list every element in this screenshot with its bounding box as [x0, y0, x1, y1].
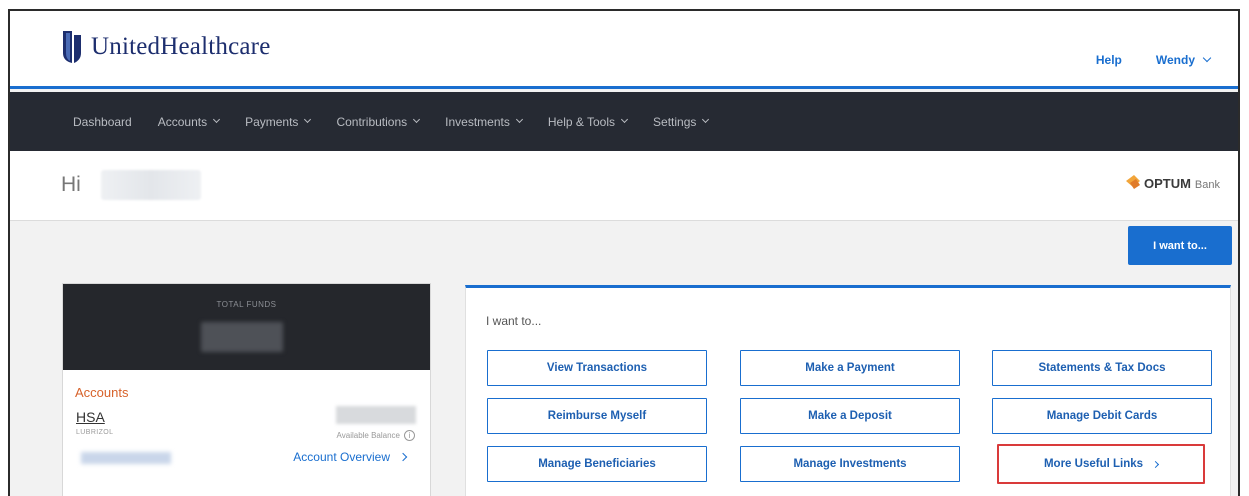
greeting-bar: Hi OPTUM Bank — [10, 151, 1238, 221]
chevron-down-icon — [515, 115, 523, 124]
nav-label: Settings — [653, 114, 697, 129]
chevron-down-icon — [304, 115, 312, 124]
nav-label: Payments — [245, 114, 299, 129]
account-overview-label: Account Overview — [293, 450, 390, 464]
available-balance-label: Available Balance — [336, 431, 400, 440]
nav-settings[interactable]: Settings — [653, 114, 710, 129]
chevron-down-icon — [1202, 53, 1212, 63]
redacted-balance — [336, 406, 416, 424]
accounts-heading: Accounts — [75, 385, 129, 400]
optum-logo-icon — [1125, 175, 1140, 189]
reimburse-myself-button[interactable]: Reimburse Myself — [487, 398, 707, 434]
optum-text: OPTUM — [1143, 176, 1191, 191]
uhc-logo[interactable]: UnitedHealthcare — [61, 29, 271, 65]
make-deposit-button[interactable]: Make a Deposit — [740, 398, 960, 434]
statements-tax-docs-button[interactable]: Statements & Tax Docs — [992, 350, 1212, 386]
nav-label: Contributions — [336, 114, 408, 129]
account-overview-link[interactable]: Account Overview — [293, 450, 408, 464]
quick-actions-title: I want to... — [486, 314, 542, 328]
nav-investments[interactable]: Investments — [445, 114, 523, 129]
nav-help-tools[interactable]: Help & Tools — [547, 114, 629, 129]
more-useful-links-label: More Useful Links — [1043, 458, 1144, 470]
browser-frame: UnitedHealthcare Help Wendy Dashboard Ac… — [8, 9, 1240, 496]
chevron-down-icon — [702, 115, 710, 124]
nav-label: Accounts — [157, 114, 208, 129]
nav-dashboard[interactable]: Dashboard — [73, 115, 132, 129]
manage-debit-cards-button[interactable]: Manage Debit Cards — [992, 398, 1212, 434]
greeting-text: Hi — [61, 173, 81, 196]
hsa-account-link[interactable]: HSA — [76, 409, 105, 425]
chevron-down-icon — [620, 115, 629, 124]
nav-label: Dashboard — [73, 114, 132, 129]
nav-label: Help & Tools — [547, 114, 616, 129]
redacted-total-funds — [201, 322, 283, 352]
logo-text: UnitedHealthcare — [91, 33, 271, 60]
help-link[interactable]: Help — [1096, 53, 1122, 67]
nav-label: Investments — [445, 114, 510, 129]
main-nav: Dashboard Accounts Payments Contribution… — [10, 92, 1238, 151]
available-balance: Available Balance i — [337, 430, 415, 441]
quick-actions-panel: I want to... View Transactions Make a Pa… — [465, 285, 1231, 496]
redacted-username — [101, 170, 201, 200]
chevron-down-icon — [413, 115, 421, 124]
funds-card: TOTAL FUNDS Accounts HSA LUBRIZOL Availa… — [62, 283, 431, 496]
optum-bank-text: Bank — [1194, 179, 1220, 191]
manage-beneficiaries-button[interactable]: Manage Beneficiaries — [487, 446, 707, 482]
manage-investments-button[interactable]: Manage Investments — [740, 446, 960, 482]
more-useful-links-button[interactable]: More Useful Links — [997, 444, 1205, 484]
i-want-to-button[interactable]: I want to... — [1128, 226, 1232, 265]
redacted-account-number — [81, 452, 171, 464]
total-funds-panel: TOTAL FUNDS — [63, 284, 430, 370]
view-transactions-button[interactable]: View Transactions — [487, 350, 707, 386]
make-payment-button[interactable]: Make a Payment — [740, 350, 960, 386]
employer-name: LUBRIZOL — [76, 429, 114, 436]
total-funds-label: TOTAL FUNDS — [216, 300, 277, 309]
nav-payments[interactable]: Payments — [245, 114, 312, 129]
chevron-right-icon — [1151, 460, 1160, 468]
user-name: Wendy — [1155, 53, 1195, 67]
optum-bank-logo: OPTUM Bank — [1124, 173, 1220, 191]
uhc-shield-icon — [63, 31, 81, 63]
info-icon[interactable]: i — [404, 430, 415, 441]
chevron-right-icon — [398, 452, 408, 462]
nav-contributions[interactable]: Contributions — [336, 114, 421, 129]
top-links: Help Wendy — [1096, 53, 1212, 67]
user-menu[interactable]: Wendy — [1155, 53, 1212, 67]
chevron-down-icon — [213, 115, 221, 124]
nav-accounts[interactable]: Accounts — [157, 114, 221, 129]
site-header: UnitedHealthcare Help Wendy — [10, 11, 1238, 89]
